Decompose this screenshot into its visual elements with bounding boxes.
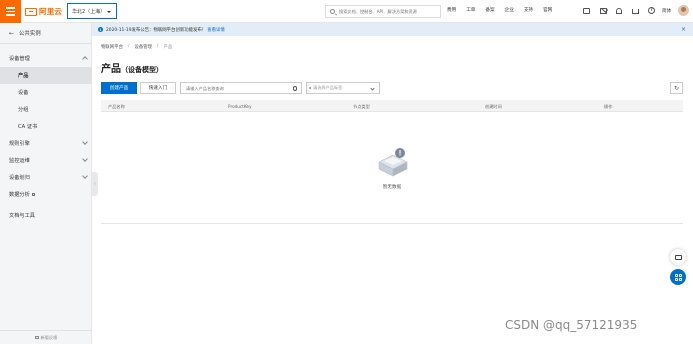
product-tag-select[interactable]: 请选择产品标签 <box>306 82 380 94</box>
sidebar-collapse-handle[interactable]: ‹ <box>92 172 98 196</box>
close-icon[interactable]: × <box>681 26 686 33</box>
nav-link-official-site[interactable]: 官网 <box>543 7 552 13</box>
mail-icon[interactable] <box>600 8 607 14</box>
tag-icon <box>309 87 311 89</box>
notice-banner: i 2020-11-19发布公告：物联网平台创新功能发布！ 查看详情 × <box>92 23 693 36</box>
chevron-down-icon <box>82 156 88 162</box>
empty-box-icon <box>378 148 408 177</box>
search-icon[interactable] <box>292 86 297 91</box>
column-header-product-name: 产品名称 <box>108 103 125 109</box>
avatar[interactable] <box>678 5 689 16</box>
product-search-input[interactable] <box>186 84 291 93</box>
breadcrumb-iot-platform[interactable]: 物联网平台 <box>101 44 123 50</box>
chevron-down-icon <box>82 173 88 179</box>
sidebar-item-label: 规则引擎 <box>9 141 30 147</box>
divider <box>0 43 92 44</box>
sidebar-item-devices[interactable]: 设备 <box>0 84 92 101</box>
chevron-down-icon <box>82 139 88 145</box>
sidebar-item-ca-cert[interactable]: CA 证书 <box>0 118 92 135</box>
external-link-icon <box>31 192 36 197</box>
sidebar-item-label: 设备管理 <box>9 56 30 62</box>
create-product-button[interactable]: 创建产品 <box>101 82 137 94</box>
global-search[interactable] <box>325 5 441 18</box>
help-icon[interactable]: ? <box>648 7 655 14</box>
breadcrumb-separator: / <box>157 44 159 49</box>
apps-grid-icon <box>674 273 682 281</box>
feedback-label: 新版反馈 <box>40 334 58 340</box>
sidebar-item-label: 设备 <box>18 90 29 96</box>
notice-details-link[interactable]: 查看详情 <box>207 27 225 33</box>
aliyun-logo[interactable]: 阿里云 <box>25 6 62 17</box>
sidebar-item-label: 分组 <box>18 107 29 113</box>
info-icon: i <box>98 27 103 32</box>
column-header-created-time: 创建时间 <box>485 103 502 109</box>
sidebar-item-label: 文档与工具 <box>9 213 35 219</box>
logo-mark-icon <box>25 7 37 16</box>
column-header-node-type: 节点类型 <box>353 103 370 109</box>
region-label: 华北2（上海） <box>72 8 106 15</box>
sidebar-back-link[interactable]: ← 公共实例 <box>9 29 41 38</box>
feedback-icon <box>34 335 39 340</box>
feedback-link[interactable]: 新版反馈 <box>0 330 92 344</box>
chevron-down-icon <box>370 85 375 91</box>
nav-link-icp[interactable]: 备案 <box>485 7 494 13</box>
menu-icon[interactable] <box>0 0 21 23</box>
sidebar-item-label: 监控运维 <box>9 158 30 164</box>
arrow-left-icon: ← <box>9 29 15 37</box>
chat-icon <box>674 254 682 260</box>
column-header-actions: 操作 <box>604 103 613 109</box>
table-header: 产品名称 ProductKey 节点类型 创建时间 操作 <box>101 100 683 112</box>
watermark: CSDN @qq_57121935 <box>505 318 638 332</box>
global-search-input[interactable] <box>339 7 439 16</box>
logo-text: 阿里云 <box>39 7 63 16</box>
bell-icon[interactable] <box>616 8 622 14</box>
breadcrumb-current: 产品 <box>163 45 173 50</box>
chat-button[interactable] <box>670 249 686 265</box>
sidebar-item-label: 产品 <box>18 73 29 79</box>
sidebar-item-docs-tools[interactable]: 文档与工具 <box>0 207 92 224</box>
breadcrumb-device-management[interactable]: 设备管理 <box>134 44 152 50</box>
breadcrumb-separator: / <box>127 44 130 49</box>
language-switch[interactable]: 简体 <box>662 8 671 14</box>
page-title: 产品（设备模型） <box>101 60 163 75</box>
chevron-up-icon <box>82 56 88 62</box>
sidebar-item-label: CA 证书 <box>18 124 38 130</box>
top-nav-links: 费用 工单 备案 企业 支持 官网 <box>447 7 562 13</box>
nav-link-tickets[interactable]: 工单 <box>466 7 475 13</box>
refresh-icon: ↻ <box>673 84 680 92</box>
product-table: 产品名称 ProductKey 节点类型 创建时间 操作 <box>101 100 683 112</box>
empty-state-text: 暂无数据 <box>382 185 402 190</box>
cart-icon[interactable] <box>632 9 639 14</box>
breadcrumb: 物联网平台 / 设备管理 / 产品 <box>101 44 172 50</box>
sidebar-item-groups[interactable]: 分组 <box>0 101 92 118</box>
top-nav-bar: 阿里云 华北2（上海） 费用 工单 备案 企业 支持 官网 ? 简体 <box>0 0 693 23</box>
sidebar-item-data-analysis[interactable]: 数据分析 <box>0 186 92 203</box>
page-subtitle: （设备模型） <box>121 66 163 74</box>
region-selector[interactable]: 华北2（上海） <box>67 3 117 19</box>
nav-link-support[interactable]: 支持 <box>524 7 533 13</box>
notice-text: 2020-11-19发布公告：物联网平台创新功能发布！ <box>106 27 207 33</box>
nav-link-fees[interactable]: 费用 <box>447 7 456 13</box>
sidebar-item-device-management[interactable]: 设备管理 <box>0 50 92 67</box>
search-icon <box>330 9 335 14</box>
sidebar-item-monitoring[interactable]: 监控运维 <box>0 152 92 169</box>
sidebar-item-label: 设备划归 <box>9 175 30 181</box>
column-header-productkey: ProductKey <box>228 103 252 109</box>
page-title-text: 产品 <box>101 64 121 75</box>
product-tag-select-placeholder: 请选择产品标签 <box>313 85 343 90</box>
refresh-button[interactable]: ↻ <box>670 82 683 94</box>
nav-link-enterprise[interactable]: 企业 <box>505 7 514 13</box>
sidebar-back-label: 公共实例 <box>19 31 41 37</box>
sidebar-item-device-assignment[interactable]: 设备划归 <box>0 169 92 186</box>
screen-icon[interactable] <box>583 8 590 14</box>
sidebar-item-label: 数据分析 <box>9 192 30 198</box>
caret-down-icon <box>107 11 111 13</box>
empty-state: 暂无数据 <box>101 112 683 224</box>
quick-start-button[interactable]: 快速入门 <box>140 82 176 94</box>
product-search[interactable] <box>180 82 302 94</box>
sidebar-item-rules-engine[interactable]: 规则引擎 <box>0 135 92 152</box>
sidebar-item-products[interactable]: 产品 <box>0 67 92 84</box>
apps-button[interactable] <box>670 269 686 285</box>
sidebar: ← 公共实例 设备管理 产品 设备 分组 CA 证书 规则引擎 监控运维 设备划… <box>0 23 92 344</box>
